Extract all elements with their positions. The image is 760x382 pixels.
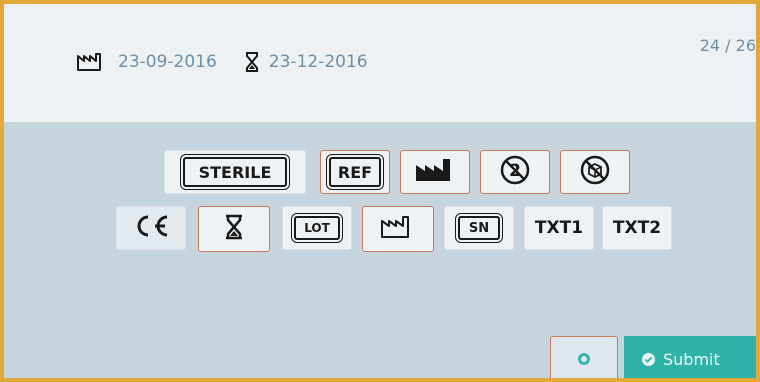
- hourglass-icon: [245, 52, 259, 72]
- factory-outline-icon: [380, 215, 416, 243]
- symbol-serial-number[interactable]: SN: [444, 206, 514, 250]
- ref-label: REF: [326, 154, 384, 190]
- header-panel: 23-09-2016 23-12-2016 24 / 26: [4, 4, 756, 122]
- txt1-label: TXT1: [534, 218, 584, 238]
- sn-label: SN: [455, 213, 503, 243]
- cancel-button[interactable]: [550, 336, 618, 378]
- txt2-label: TXT2: [612, 218, 662, 238]
- symbol-txt1[interactable]: TXT1: [524, 206, 594, 250]
- ce-mark: [131, 213, 171, 243]
- symbol-ce[interactable]: [116, 206, 186, 250]
- symbol-use-by[interactable]: [198, 206, 270, 252]
- symbol-do-not-use-if-damaged[interactable]: [560, 150, 630, 194]
- symbol-date-of-manufacture[interactable]: [362, 206, 434, 252]
- sterile-label: STERILE: [180, 154, 290, 190]
- date-of-manufacture-icon: [76, 52, 108, 72]
- do-not-reuse-icon: 2: [499, 154, 531, 190]
- date-row: 23-09-2016 23-12-2016: [76, 52, 368, 72]
- lot-label: LOT: [291, 213, 343, 243]
- symbol-manufacturer[interactable]: [400, 150, 470, 194]
- expiry-date: 23-12-2016: [268, 52, 368, 72]
- check-icon: [642, 352, 655, 366]
- symbol-lot[interactable]: LOT: [282, 206, 352, 250]
- hourglass-icon: [225, 214, 243, 244]
- symbol-ref[interactable]: REF: [320, 150, 390, 194]
- do-not-use-if-damaged-icon: [579, 154, 611, 190]
- symbol-sterile[interactable]: STERILE: [164, 150, 306, 194]
- factory-icon: [414, 157, 456, 187]
- submit-label: Submit: [663, 349, 720, 369]
- manufacture-date: 23-09-2016: [118, 52, 217, 72]
- screen-frame: 23-09-2016 23-12-2016 24 / 26 STERILE RE…: [0, 0, 760, 382]
- submit-button[interactable]: Submit: [624, 336, 756, 378]
- page-counter: 24 / 26: [699, 36, 756, 55]
- cancel-icon: [578, 353, 590, 365]
- symbol-txt2[interactable]: TXT2: [602, 206, 672, 250]
- symbol-do-not-reuse[interactable]: 2: [480, 150, 550, 194]
